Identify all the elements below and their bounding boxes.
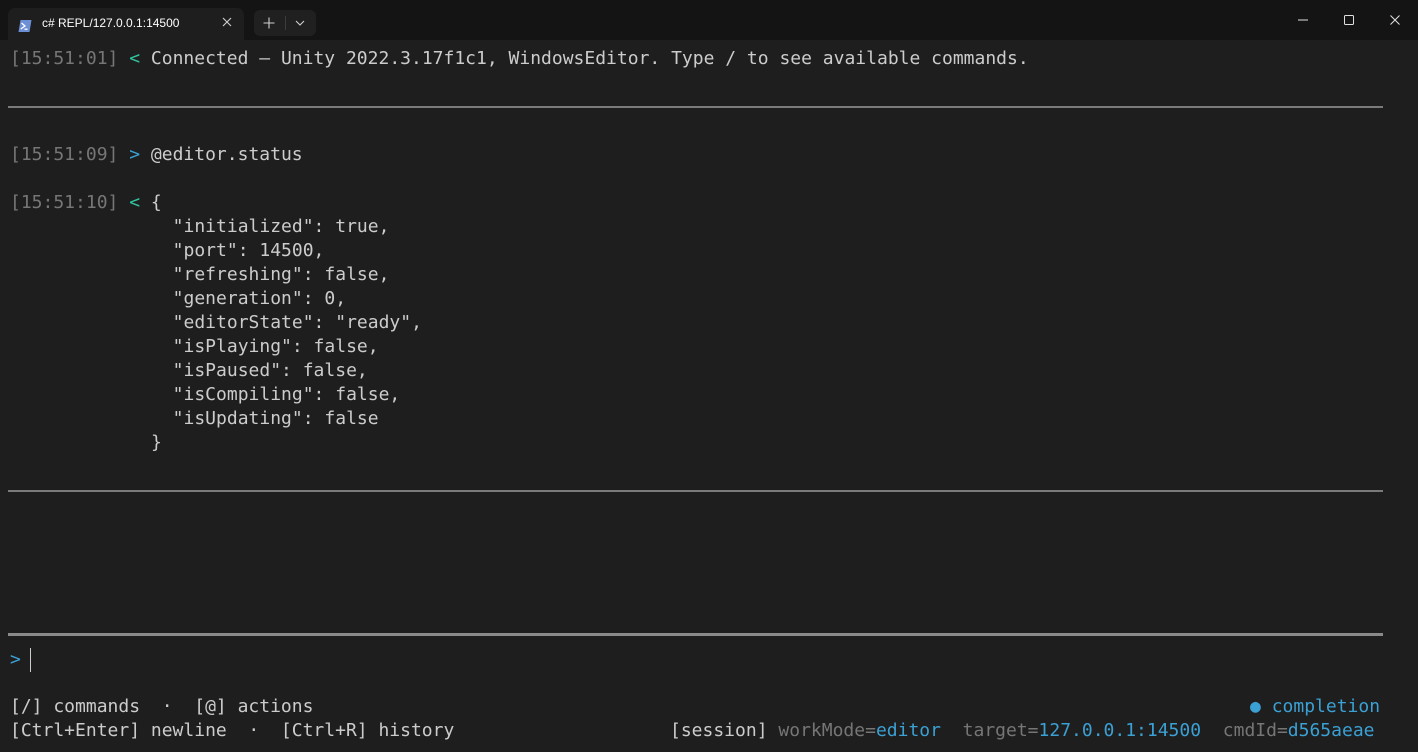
powershell-icon (18, 17, 32, 32)
json-line: "isCompiling": false, (151, 384, 401, 405)
json-line: "initialized": true, (151, 216, 390, 237)
workmode-value: editor (875, 720, 941, 741)
terminal-tab[interactable]: c# REPL/127.0.0.1:14500 (8, 8, 244, 40)
cmdid-key: cmdId= (1222, 720, 1288, 741)
maximize-icon[interactable] (1326, 0, 1372, 40)
json-line: "refreshing": false, (151, 264, 390, 285)
timestamp: [15:51:01] (10, 48, 119, 69)
json-line: "port": 14500, (151, 240, 325, 261)
chevron-down-icon[interactable] (288, 11, 312, 35)
timestamp: [15:51:09] (10, 144, 119, 165)
input-prompt: > (10, 649, 21, 670)
json-open-brace: { (150, 192, 162, 213)
tab-title: c# REPL/127.0.0.1:14500 (42, 16, 180, 30)
json-close-brace: } (151, 432, 162, 453)
completion-dot-icon: ● (1250, 696, 1261, 717)
divider (8, 490, 1383, 492)
json-line: "isPlaying": false, (151, 336, 379, 357)
timestamp: [15:51:10] (10, 192, 119, 213)
cmdid-value: d565aeae (1287, 720, 1375, 741)
json-line: "generation": 0, (151, 288, 347, 309)
title-bar: c# REPL/127.0.0.1:14500 (0, 0, 1418, 40)
json-line: "isPaused": false, (151, 360, 368, 381)
input-cursor[interactable] (30, 648, 31, 672)
divider (8, 106, 1383, 108)
tab-separator (285, 16, 286, 30)
command-text: @editor.status (150, 144, 303, 165)
completion-indicator: ● completion (1250, 695, 1380, 719)
json-line: "isUpdating": false (151, 408, 379, 429)
plus-icon[interactable] (256, 11, 282, 35)
log-entry: [15:51:09] > @editor.status (10, 143, 303, 167)
minimize-icon[interactable] (1280, 0, 1326, 40)
input-arrow: > (129, 144, 141, 165)
output-arrow: < (129, 192, 141, 213)
completion-label: completion (1271, 696, 1381, 717)
output-arrow: < (129, 48, 141, 69)
input-divider (8, 633, 1383, 636)
log-entry: [15:51:01] < Connected — Unity 2022.3.17… (10, 47, 1029, 71)
session-label: [session] (670, 720, 768, 741)
hint-commands-actions: [/] commands · [@] actions (10, 696, 314, 717)
tab-close-icon[interactable] (218, 13, 236, 31)
hint-newline-history: [Ctrl+Enter] newline · [Ctrl+R] history (10, 720, 455, 741)
session-status: [session] workMode=editor target=127.0.0… (670, 719, 1375, 743)
log-entry: [15:51:10] < { (10, 191, 162, 215)
target-value: 127.0.0.1:14500 (1038, 720, 1202, 741)
log-text: Connected — Unity 2022.3.17f1c1, Windows… (150, 48, 1029, 69)
target-key: target= (962, 720, 1039, 741)
json-line: "editorState": "ready", (151, 312, 422, 333)
close-icon[interactable] (1372, 0, 1418, 40)
workmode-key: workMode= (778, 720, 876, 741)
